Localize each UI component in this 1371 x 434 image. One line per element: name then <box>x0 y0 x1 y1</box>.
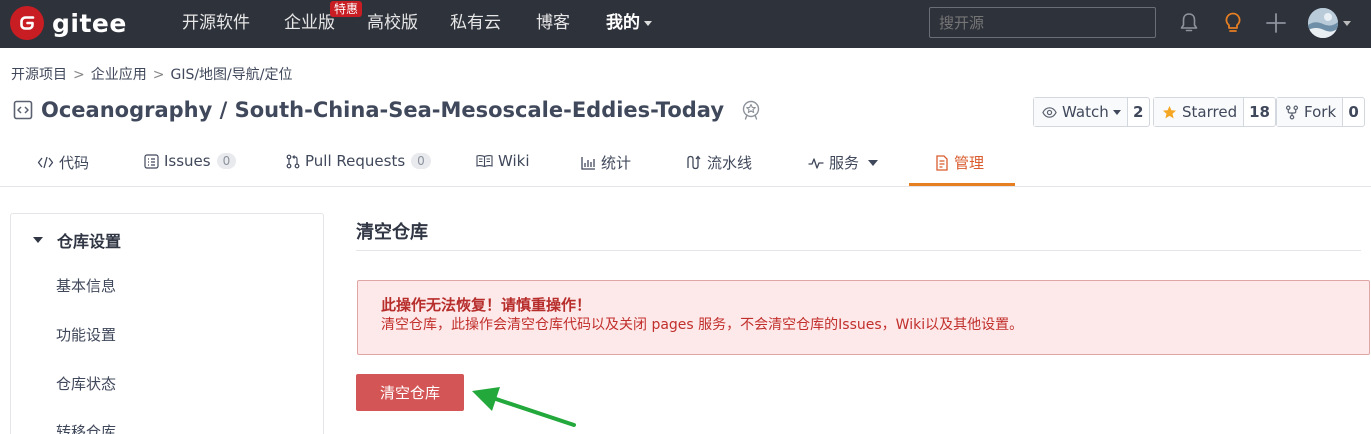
pulse-icon <box>808 157 824 169</box>
pull-requests-count-badge: 0 <box>411 153 431 169</box>
breadcrumb-gis[interactable]: GIS/地图/导航/定位 <box>170 67 292 83</box>
fork-button-group: Fork 0 <box>1276 97 1366 127</box>
logo-text: gitee <box>52 8 127 38</box>
bar-chart-icon <box>581 156 595 170</box>
sidebar-section-label: 仓库设置 <box>57 232 122 251</box>
avatar[interactable] <box>1308 8 1338 38</box>
settings-doc-icon <box>936 154 948 171</box>
tab-issues[interactable]: Issues 0 <box>144 152 237 170</box>
repo-title: Oceanography / South-China-Sea-Mesoscale… <box>13 98 762 122</box>
breadcrumb-open-source[interactable]: 开源项目 <box>11 67 67 83</box>
sidebar-item-features[interactable]: 功能设置 <box>56 324 116 345</box>
tab-code[interactable]: 代码 <box>37 152 89 173</box>
code-icon <box>37 156 54 169</box>
code-repo-icon <box>13 100 33 120</box>
search-input[interactable] <box>929 7 1156 38</box>
bell-icon[interactable] <box>1176 10 1202 36</box>
nav-blog[interactable]: 博客 <box>536 12 570 34</box>
sidebar-item-basic-info[interactable]: 基本信息 <box>56 275 116 296</box>
watch-label: Watch <box>1062 103 1109 121</box>
pipeline-icon <box>687 155 701 170</box>
gitee-logo[interactable]: gitee <box>10 6 127 40</box>
tab-stats-label: 统计 <box>601 154 632 172</box>
tab-wiki[interactable]: Wiki <box>476 152 530 170</box>
nav-mine-dropdown[interactable]: 我的 <box>606 12 652 34</box>
star-button-group: Starred 18 <box>1153 97 1276 127</box>
tab-wiki-label: Wiki <box>498 152 530 170</box>
nav-private-cloud[interactable]: 私有云 <box>450 12 501 34</box>
plus-icon[interactable] <box>1263 10 1289 36</box>
book-icon <box>476 155 493 168</box>
tab-manage-label: 管理 <box>954 154 985 172</box>
tab-pipeline-label: 流水线 <box>707 154 753 172</box>
issues-count-badge: 0 <box>216 153 237 169</box>
repo-tabs: 代码 Issues 0 Pull Requests 0 Wiki 统计 流水线 … <box>0 140 1371 187</box>
alert-title: 此操作无法恢复！请慎重操作！ <box>381 296 592 314</box>
main-content: 清空仓库 此操作无法恢复！请慎重操作！ 清空仓库，此操作会清空仓库代码以及关闭 … <box>356 213 1370 411</box>
star-count[interactable]: 18 <box>1243 98 1275 126</box>
gitee-logo-icon <box>10 6 44 40</box>
star-icon <box>1162 105 1177 118</box>
chevron-down-icon <box>644 20 652 26</box>
alert-body: 清空仓库，此操作会清空仓库代码以及关闭 pages 服务，不会清空仓库的Issu… <box>381 317 1024 333</box>
recommended-badge-icon <box>742 100 760 120</box>
nav-enterprise[interactable]: 企业版 <box>284 12 335 34</box>
star-button[interactable]: Starred <box>1154 98 1244 126</box>
nav-university[interactable]: 高校版 <box>367 12 418 34</box>
star-label: Starred <box>1182 103 1238 121</box>
breadcrumb-enterprise-apps[interactable]: 企业应用 <box>91 67 147 83</box>
sidebar-item-transfer-repo[interactable]: 转移仓库 <box>56 421 116 434</box>
chevron-down-icon <box>1112 109 1121 115</box>
tab-manage[interactable]: 管理 <box>935 152 984 173</box>
fork-button[interactable]: Fork <box>1277 98 1343 126</box>
eye-icon <box>1042 106 1057 118</box>
tab-issues-label: Issues <box>164 152 211 170</box>
clear-repo-button[interactable]: 清空仓库 <box>356 374 464 411</box>
tab-services-label: 服务 <box>829 154 860 172</box>
tab-services[interactable]: 服务 <box>808 152 879 173</box>
tab-pull-requests[interactable]: Pull Requests 0 <box>286 152 431 170</box>
page-title: 清空仓库 <box>356 213 1361 251</box>
fork-count[interactable]: 0 <box>1342 98 1364 126</box>
breadcrumb-separator: > <box>73 67 85 83</box>
chevron-down-icon <box>868 159 879 166</box>
fork-icon <box>1285 105 1299 119</box>
tab-pipeline[interactable]: 流水线 <box>686 152 752 173</box>
settings-sidebar: 仓库设置 基本信息 功能设置 仓库状态 转移仓库 <box>10 213 324 434</box>
active-tab-indicator <box>909 183 1015 186</box>
fork-label: Fork <box>1304 103 1337 121</box>
tab-code-label: 代码 <box>59 154 90 172</box>
watch-button-group: Watch 2 <box>1033 97 1150 127</box>
annotation-arrow-icon <box>472 387 576 427</box>
lightbulb-icon[interactable] <box>1220 10 1246 36</box>
breadcrumb-separator: > <box>152 67 165 83</box>
issues-icon <box>144 153 159 169</box>
nav-open-source[interactable]: 开源软件 <box>182 12 250 34</box>
top-navbar: gitee 开源软件 企业版 特惠 高校版 私有云 博客 我的 <box>0 0 1371 48</box>
sidebar-section-repo-settings[interactable]: 仓库设置 <box>33 228 121 252</box>
enterprise-promo-badge: 特惠 <box>330 1 363 17</box>
watch-count[interactable]: 2 <box>1126 98 1149 126</box>
caret-down-icon <box>33 237 43 243</box>
repo-name[interactable]: Oceanography / South-China-Sea-Mesoscale… <box>41 98 724 122</box>
avatar-chevron-down-icon[interactable] <box>1343 21 1351 26</box>
danger-alert: 此操作无法恢复！请慎重操作！ 清空仓库，此操作会清空仓库代码以及关闭 pages… <box>357 280 1370 355</box>
watch-button[interactable]: Watch <box>1034 98 1127 126</box>
tab-pull-requests-label: Pull Requests <box>305 152 406 170</box>
sidebar-item-repo-status[interactable]: 仓库状态 <box>56 373 116 394</box>
breadcrumb: 开源项目 > 企业应用 > GIS/地图/导航/定位 <box>11 64 292 84</box>
tab-stats[interactable]: 统计 <box>581 152 631 173</box>
nav-mine-label: 我的 <box>606 13 640 33</box>
pull-request-icon <box>286 154 300 168</box>
